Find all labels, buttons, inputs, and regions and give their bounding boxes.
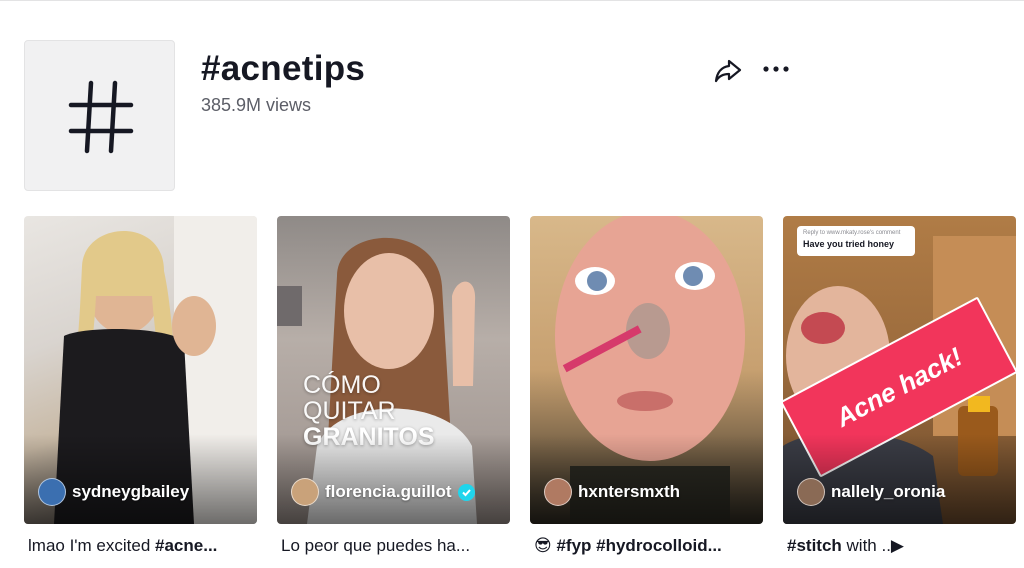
video-caption[interactable]: 😎 #fyp #hydrocolloid... xyxy=(534,536,762,556)
video-card[interactable]: Reply to www.mkaty.rose's comment Have y… xyxy=(783,216,1016,555)
caption-text: with .. xyxy=(841,536,891,555)
overlay-line: QUITAR xyxy=(303,397,396,425)
author-name: sydneygbailey xyxy=(72,482,190,501)
video-grid: sydneygbailey lmao I'm excited #acne... … xyxy=(24,216,1024,568)
caption-hashtags[interactable]: #fyp #hydrocolloid... xyxy=(552,536,721,555)
page-title: #acnetips xyxy=(201,49,366,88)
video-card[interactable]: hxntersmxth 😎 #fyp #hydrocolloid... xyxy=(530,216,763,555)
view-count: 385.9M views xyxy=(201,95,312,115)
caption-text: lmao I'm excited xyxy=(28,536,156,555)
share-button[interactable] xyxy=(712,54,744,86)
video-caption[interactable]: lmao I'm excited #acne... xyxy=(28,536,256,556)
caption-text: Lo peor que puedes ha... xyxy=(281,536,471,555)
video-card[interactable]: CÓMO QUITAR GRANITOS florencia.guillot L… xyxy=(277,216,510,555)
video-author[interactable]: sydneygbailey xyxy=(38,478,189,506)
author-name: nallely_oronia xyxy=(831,482,946,501)
hashtag-avatar xyxy=(24,40,175,191)
top-divider xyxy=(0,0,1024,1)
video-thumbnail[interactable]: Reply to www.mkaty.rose's comment Have y… xyxy=(783,216,1016,524)
comment-reply-bubble: Reply to www.mkaty.rose's comment Have y… xyxy=(797,226,915,256)
video-caption[interactable]: #stitch with ..▶ xyxy=(787,536,1015,556)
author-avatar xyxy=(291,478,319,506)
video-thumbnail[interactable]: CÓMO QUITAR GRANITOS florencia.guillot xyxy=(277,216,510,524)
hashtag-icon xyxy=(68,80,134,154)
sunglasses-emoji-icon: 😎 xyxy=(534,536,552,555)
caption-hashtag[interactable]: #stitch xyxy=(787,536,842,555)
video-author[interactable]: florencia.guillot xyxy=(291,478,475,506)
author-avatar xyxy=(38,478,66,506)
verified-badge-icon xyxy=(457,483,475,501)
author-avatar xyxy=(544,478,572,506)
hashtag-header: #acnetips 385.9M views xyxy=(24,40,1024,192)
video-thumbnail[interactable]: sydneygbailey xyxy=(24,216,257,524)
caption-hashtag[interactable]: #acne... xyxy=(155,536,217,555)
share-arrow-icon xyxy=(714,59,742,83)
video-caption[interactable]: Lo peor que puedes ha... xyxy=(281,536,509,556)
video-thumbnail[interactable]: hxntersmxth xyxy=(530,216,763,524)
video-author[interactable]: nallely_oronia xyxy=(797,478,945,506)
play-triangle-icon: ▶ xyxy=(890,536,904,555)
overlay-line: CÓMO xyxy=(303,371,381,399)
author-name: hxntersmxth xyxy=(578,482,681,501)
more-options-button[interactable] xyxy=(760,54,792,86)
author-name: florencia.guillot xyxy=(325,482,452,501)
reply-context: Reply to www.mkaty.rose's comment xyxy=(803,230,901,236)
author-avatar xyxy=(797,478,825,506)
reply-comment: Have you tried honey xyxy=(803,239,895,249)
video-author[interactable]: hxntersmxth xyxy=(544,478,680,506)
video-card[interactable]: sydneygbailey lmao I'm excited #acne... xyxy=(24,216,257,555)
more-dots-icon xyxy=(763,66,789,72)
